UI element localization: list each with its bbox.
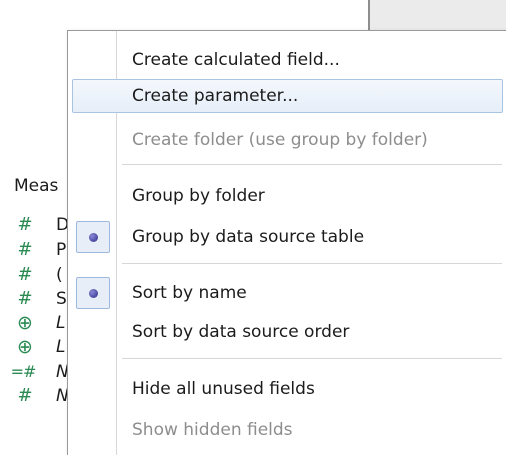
menu-item-label: Sort by data source order [132, 322, 350, 342]
radio-selected-icon [89, 233, 98, 242]
number-icon: # [17, 239, 33, 260]
menu-item-create-folder[interactable]: Create folder (use group by folder) [72, 123, 503, 157]
menu-item-create-calculated-field[interactable]: Create calculated field... [72, 43, 503, 77]
menu-separator [122, 358, 502, 359]
number-icon: # [17, 288, 33, 309]
field-name: L [56, 313, 66, 333]
menu-separator [122, 263, 502, 264]
menu-item-label: Group by folder [132, 186, 265, 206]
menu-item-label: Hide all unused fields [132, 379, 315, 399]
menu-item-group-by-folder[interactable]: Group by folder [72, 179, 503, 213]
radio-check-box [76, 221, 110, 253]
context-menu: Create calculated field... Create parame… [67, 30, 506, 455]
number-icon: # [17, 264, 33, 285]
number-icon: # [17, 385, 33, 406]
menu-item-label: Create folder (use group by folder) [132, 130, 428, 150]
measures-header: Meas [14, 176, 59, 196]
field-name: L [56, 337, 66, 357]
menu-item-sort-by-data-source-order[interactable]: Sort by data source order [72, 315, 503, 349]
number-icon: # [17, 214, 33, 235]
field-name: S [56, 289, 67, 309]
calculated-number-icon: =# [10, 362, 37, 381]
menu-item-group-by-data-source-table[interactable]: Group by data source table [72, 220, 503, 254]
menu-item-label: Group by data source table [132, 227, 365, 247]
menu-item-create-parameter[interactable]: Create parameter... [72, 79, 503, 113]
menu-item-hide-all-unused-fields[interactable]: Hide all unused fields [72, 372, 503, 406]
menu-separator [122, 164, 502, 165]
globe-icon: ⊕ [17, 312, 33, 334]
menu-item-label: Show hidden fields [132, 420, 293, 440]
menu-item-label: Sort by name [132, 283, 247, 303]
globe-icon: ⊕ [17, 336, 33, 358]
menu-item-sort-by-name[interactable]: Sort by name [72, 276, 503, 310]
field-name: P [56, 240, 67, 260]
menu-item-label: Create parameter... [132, 86, 299, 106]
radio-check-box [76, 277, 110, 309]
field-name: ( [56, 265, 63, 285]
screenshot-canvas: Meas # D # P # ( # S ⊕ L ⊕ L =# N # N Cr… [0, 0, 506, 455]
menu-item-show-hidden-fields[interactable]: Show hidden fields [72, 413, 503, 447]
radio-selected-icon [89, 289, 98, 298]
menu-item-label: Create calculated field... [132, 50, 340, 70]
